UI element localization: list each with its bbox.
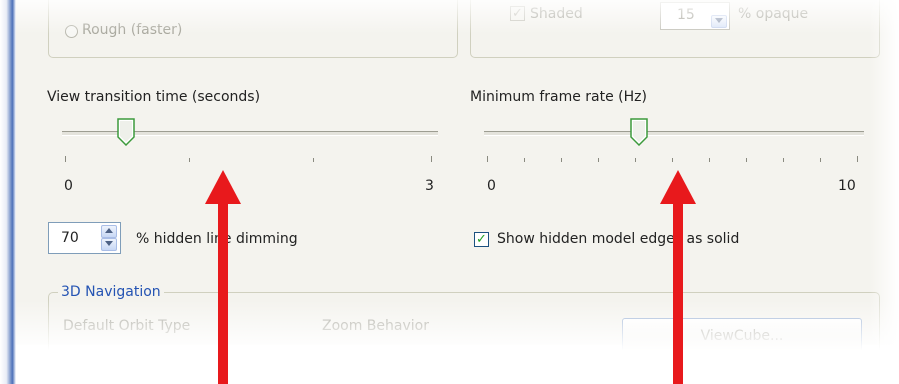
slider-tick — [487, 156, 488, 162]
slider-tick — [783, 158, 784, 162]
slider-tick — [189, 158, 190, 162]
frame-rate-min-label: 0 — [487, 178, 496, 194]
dimming-down-button[interactable] — [101, 238, 117, 251]
transition-time-slider[interactable] — [60, 118, 440, 188]
shaded-label: Shaded — [530, 6, 583, 22]
transition-max-label: 3 — [425, 178, 434, 194]
slider-tick — [746, 158, 747, 162]
slider-tick — [635, 158, 636, 162]
slider-tick — [820, 158, 821, 162]
opacity-value: 15 — [677, 7, 695, 23]
dimming-up-button[interactable] — [101, 225, 117, 238]
chevron-up-icon — [105, 228, 113, 233]
slider-tick — [431, 156, 432, 162]
opacity-down-button[interactable] — [711, 15, 727, 28]
hidden-edges-checkbox[interactable]: ✓ — [474, 232, 489, 247]
slider-thumb-icon — [117, 118, 135, 147]
frame-rate-slider-thumb[interactable] — [630, 118, 648, 147]
frame-rate-max-label: 10 — [838, 178, 856, 194]
rough-radio-button[interactable] — [65, 25, 78, 38]
chevron-down-icon — [715, 18, 723, 23]
orbit-type-label: Default Orbit Type — [63, 318, 191, 334]
hidden-line-dimming-field[interactable]: 70 — [48, 222, 121, 254]
viewcube-button-label: ViewCube... — [700, 328, 784, 344]
hidden-edges-label: Show hidden model edges as solid — [497, 231, 740, 247]
viewcube-button[interactable]: ViewCube... — [622, 318, 862, 354]
zoom-behavior-label: Zoom Behavior — [322, 318, 429, 334]
navigation-group-title: 3D Navigation — [58, 284, 164, 300]
window-left-border — [0, 0, 16, 384]
transition-slider-thumb[interactable] — [117, 118, 135, 147]
slider-tick — [598, 158, 599, 162]
red-arrow-icon — [205, 170, 241, 384]
slider-tick — [524, 158, 525, 162]
slider-tick — [709, 158, 710, 162]
slider-tick — [857, 156, 858, 162]
chevron-down-icon — [105, 241, 113, 246]
slider-tick — [561, 158, 562, 162]
slider-thumb-icon — [630, 118, 648, 147]
rough-radio-label: Rough (faster) — [82, 22, 183, 38]
frame-rate-label: Minimum frame rate (Hz) — [470, 89, 647, 105]
shaded-checkbox[interactable]: ✓ — [510, 6, 525, 21]
opacity-spinner-field[interactable]: 15 — [660, 2, 730, 30]
slider-tick — [65, 156, 66, 162]
red-arrow-icon — [660, 170, 696, 384]
transition-time-label: View transition time (seconds) — [47, 89, 261, 105]
frame-rate-slider-track — [484, 131, 864, 136]
hidden-line-dimming-value: 70 — [61, 230, 79, 246]
transition-min-label: 0 — [64, 178, 73, 194]
slider-tick — [313, 158, 314, 162]
opacity-suffix: % opaque — [738, 6, 809, 22]
slider-tick — [672, 158, 673, 162]
